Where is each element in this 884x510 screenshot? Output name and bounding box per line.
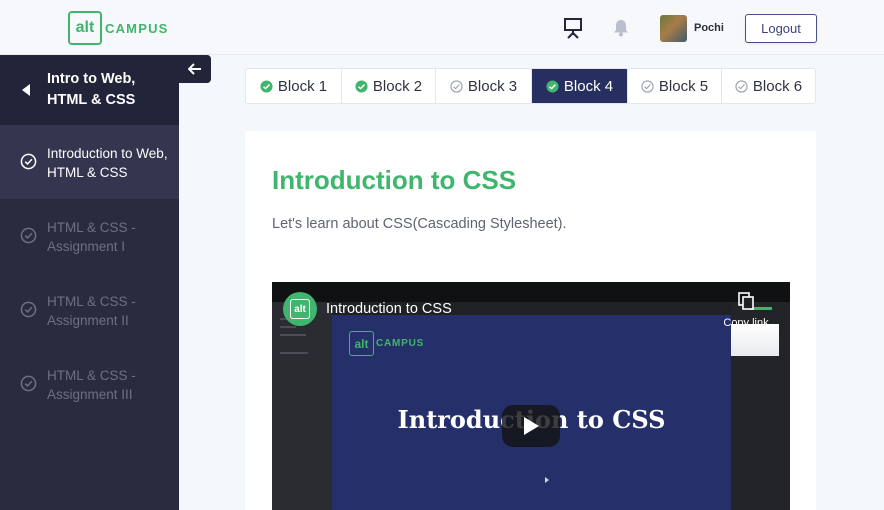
altcampus-logo[interactable]: alt CAMPUS (68, 11, 169, 45)
tab-label: Block 4 (563, 77, 614, 95)
sidebar-title: Intro to Web, HTML & CSS (47, 71, 136, 108)
mouse-cursor-icon (545, 477, 549, 483)
check-outline-icon (450, 79, 463, 93)
check-filled-icon (355, 79, 368, 93)
presentation-icon[interactable] (561, 16, 585, 40)
collapse-sidebar-button[interactable] (179, 55, 211, 83)
sidebar-item-label: HTML & CSS - Assignment II (47, 294, 136, 328)
tab-label: Block 6 (752, 77, 803, 95)
sidebar-item-assignment-1[interactable]: HTML & CSS - Assignment I (0, 199, 179, 273)
copy-link-label: Copy link (723, 317, 769, 329)
slide-logo-text: CAMPUS (376, 338, 425, 349)
user-avatar[interactable] (660, 15, 687, 42)
sidebar-item-assignment-3[interactable]: HTML & CSS - Assignment III (0, 347, 179, 421)
tab-block-2[interactable]: Block 2 (342, 69, 436, 103)
tab-label: Block 1 (277, 77, 328, 95)
sidebar-item-introduction[interactable]: Introduction to Web, HTML & CSS (0, 125, 179, 199)
logout-button[interactable]: Logout (745, 14, 817, 43)
tab-block-3[interactable]: Block 3 (436, 69, 532, 103)
tab-block-6[interactable]: Block 6 (722, 69, 815, 103)
sidebar-item-label: HTML & CSS - Assignment III (47, 368, 136, 402)
copy-link-button[interactable]: Copy link (720, 292, 772, 329)
play-button[interactable] (502, 405, 560, 447)
check-circle-icon (20, 301, 37, 318)
video-editor-sidebar (272, 302, 332, 510)
play-icon (524, 417, 539, 435)
check-filled-icon (260, 79, 273, 93)
copy-icon (738, 292, 754, 310)
video-top-bar (272, 282, 790, 302)
check-circle-icon (20, 375, 37, 392)
check-circle-icon (20, 227, 37, 244)
bell-icon[interactable] (609, 16, 633, 40)
block-tabs: Block 1 Block 2 Block 3 Block 4 Block 5 … (245, 68, 816, 104)
logo-mark: alt (68, 11, 102, 45)
check-outline-icon (735, 79, 748, 93)
user-name[interactable]: Pochi (694, 22, 724, 34)
video-title[interactable]: Introduction to CSS (326, 301, 452, 317)
video-player[interactable]: alt CAMPUS Introduction to CSS alt Intro… (272, 282, 790, 510)
tab-label: Block 3 (467, 77, 518, 95)
content-card: Introduction to CSS Let's learn about CS… (245, 131, 816, 510)
slide-logo-mark: alt (349, 331, 374, 356)
sidebar: Intro to Web, HTML & CSS Introduction to… (0, 55, 179, 510)
tab-block-4[interactable]: Block 4 (532, 69, 628, 103)
tab-block-1[interactable]: Block 1 (246, 69, 342, 103)
logo-text: CAMPUS (105, 20, 169, 36)
top-header: alt CAMPUS Pochi Logout (0, 0, 884, 55)
check-filled-icon (546, 79, 559, 93)
sidebar-item-assignment-2[interactable]: HTML & CSS - Assignment II (0, 273, 179, 347)
sidebar-item-label: Introduction to Web, HTML & CSS (47, 146, 168, 180)
channel-logo-mark: alt (290, 299, 310, 319)
arrow-left-icon (188, 63, 201, 75)
sidebar-header[interactable]: Intro to Web, HTML & CSS (0, 55, 179, 125)
tab-label: Block 2 (372, 77, 423, 95)
content-description: Let's learn about CSS(Cascading Styleshe… (272, 216, 567, 232)
check-outline-icon (641, 79, 654, 93)
back-icon[interactable] (22, 84, 30, 96)
tab-label: Block 5 (658, 77, 709, 95)
sidebar-item-label: HTML & CSS - Assignment I (47, 220, 136, 254)
slide-logo: alt CAMPUS (349, 331, 424, 356)
channel-avatar[interactable]: alt (283, 292, 317, 326)
tab-block-5[interactable]: Block 5 (628, 69, 722, 103)
check-circle-icon (20, 153, 37, 170)
content-title: Introduction to CSS (272, 165, 517, 195)
